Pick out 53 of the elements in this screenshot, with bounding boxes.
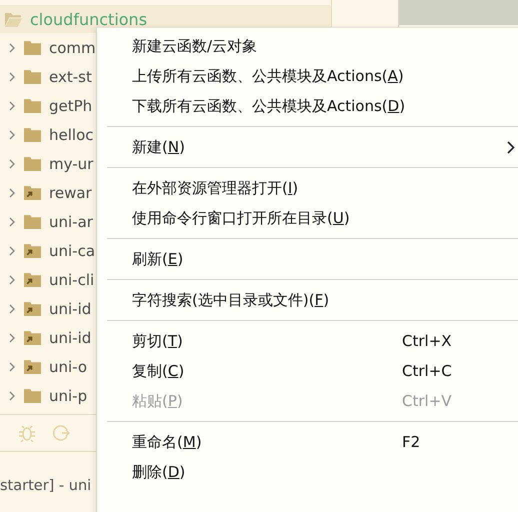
folder-icon [24, 69, 41, 84]
linked-folder-icon [24, 301, 41, 316]
linked-folder-icon [24, 272, 41, 287]
folder-icon [24, 40, 41, 55]
menu-item[interactable]: 在外部资源管理器打开(I) [97, 173, 518, 203]
folder-label[interactable]: getPh [49, 96, 92, 114]
menu-item[interactable]: 字符搜索(选中目录或文件)(F) [97, 285, 518, 315]
menu-item[interactable]: 下载所有云函数、公共模块及Actions(D) [97, 91, 518, 121]
menu-item[interactable]: 剪切(T) Ctrl+X [97, 326, 518, 356]
linked-folder-icon [24, 243, 41, 258]
linked-folder-icon [24, 359, 41, 374]
folder-icon [24, 98, 41, 113]
folder-label[interactable]: uni-id [49, 300, 92, 318]
chevron-right-icon[interactable] [8, 216, 16, 228]
chevron-right-icon[interactable] [8, 70, 16, 82]
linked-folder-icon [24, 185, 41, 200]
folder-label[interactable]: rewar [49, 184, 92, 202]
menu-item[interactable]: 删除(D) [97, 457, 518, 487]
chevron-right-icon[interactable] [8, 42, 16, 54]
folder-icon [24, 214, 41, 229]
menu-item[interactable]: 刷新(E) [97, 244, 518, 274]
menu-item[interactable]: 重命名(M) F2 [97, 427, 518, 457]
linked-folder-icon [24, 330, 41, 345]
menu-item[interactable]: 新建(N) [97, 132, 518, 162]
folder-label[interactable]: uni-o [49, 358, 88, 376]
folder-icon [24, 388, 41, 403]
chevron-right-icon[interactable] [8, 186, 16, 198]
chevron-right-icon[interactable] [8, 332, 16, 344]
chevron-right-icon[interactable] [8, 302, 16, 314]
chevron-right-icon[interactable] [8, 360, 16, 372]
folder-label[interactable]: uni-ar [49, 212, 93, 230]
open-folder-icon [5, 12, 22, 26]
chevron-right-icon[interactable] [8, 100, 16, 112]
chevron-right-icon[interactable] [8, 390, 16, 402]
chevron-right-icon[interactable] [8, 244, 16, 256]
folder-label[interactable]: uni-ca [49, 242, 96, 260]
folder-label[interactable]: my-ur [49, 154, 94, 172]
menu-item[interactable]: 复制(C) Ctrl+C [97, 356, 518, 386]
menu-item[interactable]: 使用命令行窗口打开所在目录(U) [97, 203, 518, 233]
window-title: starter] - uni [0, 478, 92, 494]
folder-label[interactable]: comm [49, 38, 96, 56]
folder-label[interactable]: uni-cli [49, 270, 94, 288]
folder-icon [24, 156, 41, 171]
chevron-right-icon[interactable] [8, 274, 16, 286]
menu-item[interactable]: 新建云函数/云对象 [97, 31, 518, 61]
menu-item[interactable]: 上传所有云函数、公共模块及Actions(A) [97, 61, 518, 91]
folder-label[interactable]: ext-st [49, 68, 92, 86]
folder-icon [24, 127, 41, 142]
folder-label[interactable]: uni-p [49, 386, 88, 404]
chevron-right-icon[interactable] [8, 158, 16, 170]
folder-label[interactable]: helloc [49, 126, 94, 144]
chevron-right-icon[interactable] [8, 128, 16, 140]
folder-label[interactable]: uni-id [49, 328, 92, 346]
